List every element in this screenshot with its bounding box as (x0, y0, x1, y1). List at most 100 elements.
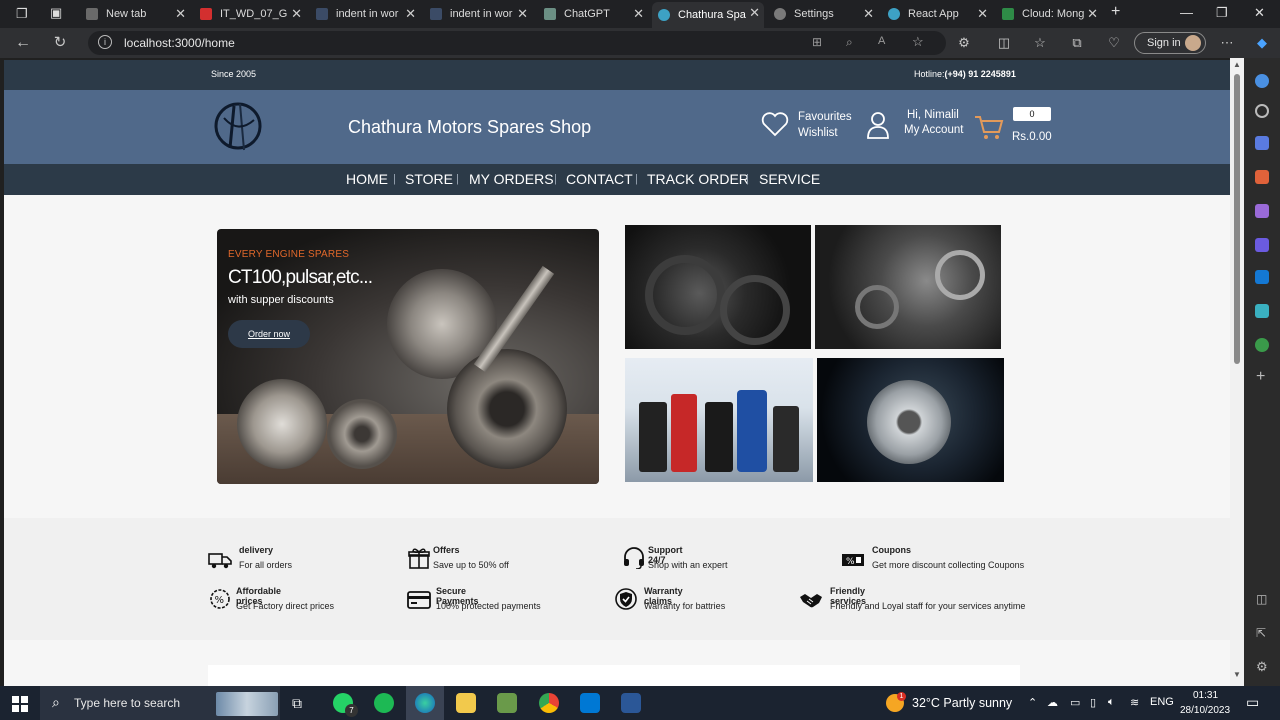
address-bar[interactable]: i localhost:3000/home ⊞ ⌕ A ☆ (88, 31, 946, 55)
refresh-icon[interactable]: ↻ (52, 35, 68, 51)
language-indicator[interactable]: ENG (1150, 696, 1174, 708)
nav-my-orders[interactable]: MY ORDERS (469, 171, 554, 187)
tab-chathura-active[interactable]: Chathura Spa ✕ (652, 2, 764, 28)
tab-settings[interactable]: Settings ✕ (768, 3, 878, 25)
favourites-link[interactable]: Favourites (798, 111, 852, 123)
user-icon[interactable] (866, 111, 890, 139)
favorite-star-icon[interactable]: ☆ (912, 34, 924, 50)
zoom-icon[interactable]: ⌕ (846, 35, 853, 50)
weather-text[interactable]: 32°C Partly sunny (912, 696, 1012, 710)
scroll-up-icon[interactable]: ▲ (1233, 60, 1241, 69)
gear-shape (720, 275, 790, 345)
windows-start-icon[interactable] (12, 696, 28, 712)
taskbar-search[interactable]: ⌕ Type here to search (40, 686, 280, 720)
notepad-icon[interactable] (497, 693, 517, 713)
oil-bottle (737, 390, 767, 472)
favorites-icon[interactable]: ☆ (1032, 35, 1048, 51)
clock-time[interactable]: 01:31 (1193, 690, 1218, 701)
product-image-oils[interactable] (625, 358, 813, 482)
tab-chatgpt[interactable]: ChatGPT ✕ (538, 3, 648, 25)
cloud-icon[interactable]: ☁ (1047, 696, 1058, 709)
search-icon[interactable] (1255, 104, 1269, 118)
edge-icon[interactable] (415, 693, 435, 713)
new-tab-icon[interactable]: + (1111, 3, 1120, 21)
notification-center-icon[interactable]: ▭ (1246, 694, 1259, 711)
battery-icon[interactable]: ▯ (1090, 696, 1096, 709)
close-icon[interactable]: ✕ (175, 6, 186, 22)
games-icon[interactable] (1255, 204, 1269, 218)
read-aloud-icon[interactable]: A (878, 35, 885, 47)
drop-icon[interactable] (1255, 304, 1269, 318)
outlook-icon[interactable] (1255, 270, 1269, 284)
tab-indent-1[interactable]: indent in wor ✕ (310, 3, 420, 25)
close-icon[interactable]: ✕ (863, 6, 874, 22)
app-available-icon[interactable]: ⊞ (812, 35, 822, 49)
nav-home[interactable]: HOME (346, 171, 388, 187)
settings-icon[interactable]: ⚙ (1256, 659, 1268, 675)
tab-it-wd[interactable]: IT_WD_07_G ✕ (194, 3, 306, 25)
copilot-icon[interactable]: ◆ (1254, 35, 1270, 51)
close-icon[interactable]: ✕ (517, 6, 528, 22)
close-icon[interactable]: ✕ (749, 5, 760, 21)
nav-track-order[interactable]: TRACK ORDER (647, 171, 749, 187)
close-icon[interactable]: ✕ (977, 6, 988, 22)
browser-essentials-icon[interactable]: ♡ (1106, 35, 1122, 51)
copilot-icon[interactable] (1255, 238, 1269, 252)
close-icon[interactable]: ✕ (1087, 6, 1098, 22)
nav-service[interactable]: SERVICE (759, 171, 820, 187)
close-icon[interactable]: ✕ (633, 6, 644, 22)
scrollbar-thumb[interactable] (1234, 74, 1240, 364)
vscode-icon[interactable] (580, 693, 600, 713)
task-view-icon[interactable]: ⧉ (292, 695, 302, 712)
scroll-down-icon[interactable]: ▼ (1233, 670, 1241, 679)
volume-icon[interactable]: 🔈︎ (1108, 696, 1115, 709)
window-close-icon[interactable]: ✕ (1254, 5, 1265, 21)
close-icon[interactable]: ✕ (405, 6, 416, 22)
maximize-icon[interactable]: ❐ (1216, 5, 1228, 21)
cart-icon[interactable] (974, 114, 1004, 140)
heart-icon[interactable] (761, 111, 789, 137)
tab-new-tab[interactable]: New tab ✕ (80, 3, 190, 25)
clock-date[interactable]: 28/10/2023 (1180, 705, 1230, 716)
tab-react-app[interactable]: React App ✕ (882, 3, 992, 25)
word-icon[interactable] (621, 693, 641, 713)
split-screen-icon[interactable]: ◫ (996, 35, 1012, 51)
logo-icon[interactable] (210, 98, 266, 154)
workspaces-icon[interactable]: ❐ (16, 6, 28, 22)
svg-text:%: % (846, 557, 855, 567)
tab-cloud-mongo[interactable]: Cloud: Mong ✕ (996, 3, 1102, 25)
nav-store[interactable]: STORE (405, 171, 453, 187)
page-scrollbar[interactable]: ▲ ▼ (1230, 58, 1244, 686)
notifications-icon[interactable] (1255, 74, 1269, 88)
collections-icon[interactable]: ⧉ (1069, 35, 1085, 51)
close-icon[interactable]: ✕ (291, 6, 302, 22)
chrome-icon[interactable] (539, 693, 559, 713)
tools-icon[interactable] (1255, 170, 1269, 184)
product-image-engine[interactable] (815, 225, 1001, 349)
order-now-button[interactable]: Order now (228, 320, 310, 348)
spotify-icon[interactable] (374, 693, 394, 713)
chevron-up-icon[interactable]: ⌃ (1028, 696, 1037, 709)
sidebar-layout-icon[interactable]: ◫ (1256, 592, 1267, 606)
more-menu-icon[interactable]: ⋯ (1219, 35, 1235, 51)
product-image-gears[interactable] (625, 225, 811, 349)
add-icon[interactable]: + (1256, 368, 1265, 386)
product-image-brake[interactable] (817, 358, 1004, 482)
shopping-icon[interactable] (1255, 136, 1269, 150)
tab-actions-icon[interactable]: ▣ (50, 5, 62, 21)
back-icon[interactable]: ← (15, 35, 31, 51)
sign-in-button[interactable]: Sign in (1134, 32, 1206, 54)
nav-contact[interactable]: CONTACT (566, 171, 633, 187)
open-external-icon[interactable]: ⇱ (1256, 626, 1266, 640)
extensions-icon[interactable]: ⚙ (956, 35, 972, 51)
tree-icon[interactable] (1255, 338, 1269, 352)
my-account-link[interactable]: My Account (904, 124, 963, 136)
tab-indent-2[interactable]: indent in wor ✕ (424, 3, 532, 25)
file-explorer-icon[interactable] (456, 693, 476, 713)
info-icon[interactable]: i (98, 35, 112, 49)
wifi-icon[interactable]: ≋ (1130, 696, 1139, 709)
wishlist-link[interactable]: Wishlist (798, 127, 838, 139)
minimize-icon[interactable]: — (1180, 5, 1193, 20)
nav-separator: | (393, 173, 396, 185)
drive-icon[interactable]: ▭ (1070, 696, 1080, 709)
